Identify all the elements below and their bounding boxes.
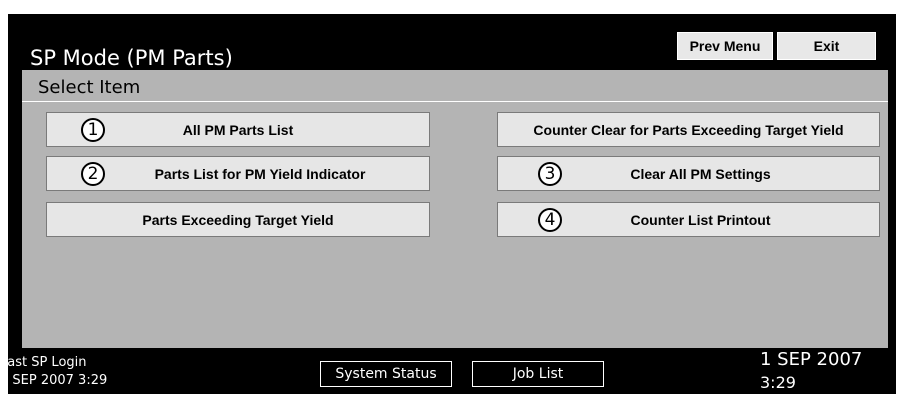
number-3-icon: 3 [538,161,562,186]
counter-list-printout-button[interactable]: 4 Counter List Printout [497,202,880,237]
select-item-label: Select Item [38,77,141,98]
last-sp-login-value: 1 SEP 2007 3:29 [0,373,108,388]
item-label: Parts Exceeding Target Yield [142,211,334,228]
item-label: Clear All PM Settings [630,165,771,182]
parts-exceeding-target-yield-button[interactable]: Parts Exceeding Target Yield [46,202,430,237]
last-sp-login-label: Last SP Login [0,355,87,370]
item-label: Parts List for PM Yield Indicator [154,165,366,182]
prev-menu-button[interactable]: Prev Menu [677,32,773,60]
item-label: Counter Clear for Parts Exceeding Target… [533,121,844,138]
date-display: 1 SEP 2007 [760,349,863,370]
all-pm-parts-list-button[interactable]: 1 All PM Parts List [46,112,430,147]
exit-button[interactable]: Exit [777,32,876,60]
system-status-button[interactable]: System Status [320,361,452,387]
item-label: Counter List Printout [630,211,771,228]
number-4-icon: 4 [538,207,562,232]
page-title: SP Mode (PM Parts) [30,46,233,70]
time-display: 3:29 [760,373,796,392]
clear-all-pm-settings-button[interactable]: 3 Clear All PM Settings [497,156,880,191]
job-list-button[interactable]: Job List [472,361,604,387]
parts-list-pm-yield-indicator-button[interactable]: 2 Parts List for PM Yield Indicator [46,156,430,191]
number-2-icon: 2 [81,161,105,186]
number-1-icon: 1 [81,117,105,142]
counter-clear-parts-exceeding-button[interactable]: Counter Clear for Parts Exceeding Target… [497,112,880,147]
item-label: All PM Parts List [182,121,294,138]
select-item-header [22,73,888,102]
